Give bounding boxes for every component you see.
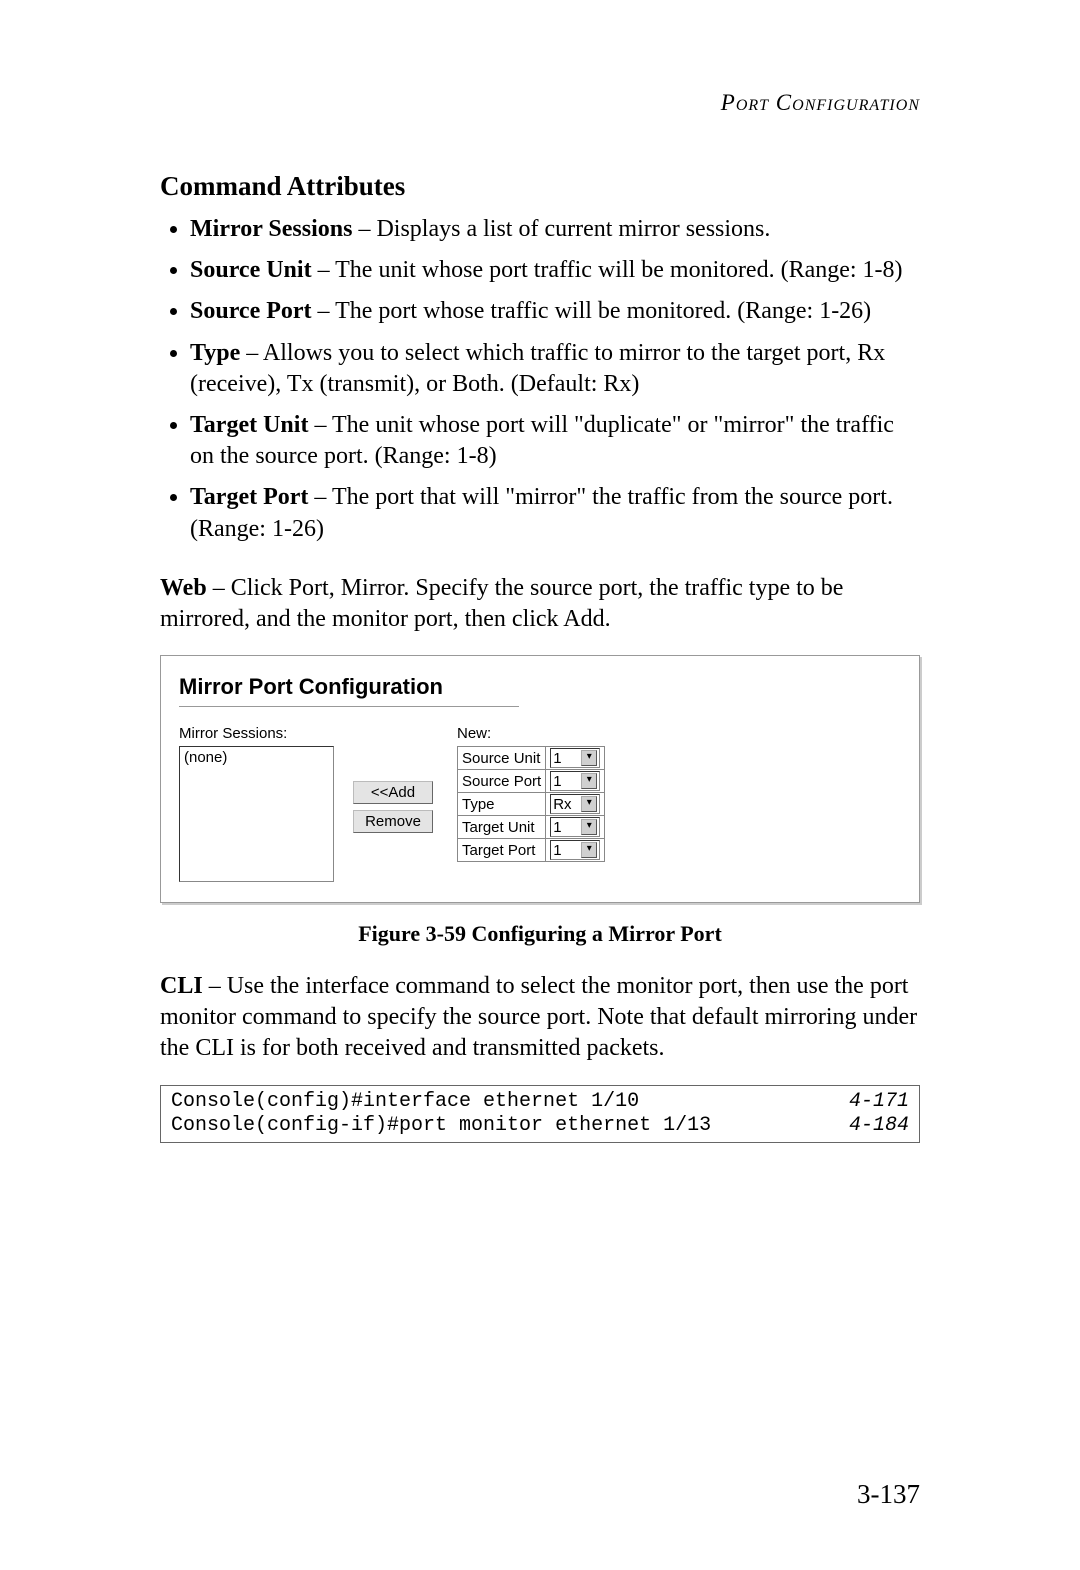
target-unit-select[interactable]: 1▾ (550, 817, 600, 837)
cli-ref: 4-184 (849, 1114, 909, 1138)
target-unit-value: 1 (553, 819, 561, 836)
attr-item: Target Port – The port that will "mirror… (190, 482, 920, 544)
remove-button[interactable]: Remove (353, 810, 433, 833)
figure-caption: Figure 3-59 Configuring a Mirror Port (160, 921, 920, 947)
target-port-select[interactable]: 1▾ (550, 840, 600, 860)
chevron-down-icon: ▾ (581, 773, 597, 789)
new-config-table: Source Unit 1▾ Source Port 1▾ Type Rx▾ T… (457, 746, 605, 862)
chevron-down-icon: ▾ (581, 842, 597, 858)
attr-desc: – Allows you to select which traffic to … (190, 340, 885, 397)
target-port-value: 1 (553, 842, 561, 859)
attr-term: Mirror Sessions (190, 216, 352, 242)
cli-line: Console(config)#interface ethernet 1/10 … (171, 1090, 909, 1114)
page-number: 3-137 (857, 1479, 920, 1510)
section-title: Command Attributes (160, 171, 920, 202)
new-label: New: (457, 725, 605, 742)
attr-item: Target Unit – The unit whose port will "… (190, 410, 920, 472)
web-text: – Click Port, Mirror. Specify the source… (160, 575, 843, 632)
attr-desc: – The unit whose port traffic will be mo… (312, 257, 903, 283)
type-value: Rx (553, 796, 571, 813)
attr-desc: – The port whose traffic will be monitor… (312, 298, 872, 324)
chevron-down-icon: ▾ (581, 819, 597, 835)
attr-item: Type – Allows you to select which traffi… (190, 338, 920, 400)
chevron-down-icon: ▾ (581, 796, 597, 812)
type-label: Type (458, 793, 546, 816)
attr-term: Type (190, 340, 240, 366)
cli-paragraph: CLI – Use the interface command to selec… (160, 971, 920, 1065)
running-head: Port Configuration (160, 90, 920, 116)
panel-rule (179, 706, 519, 707)
source-port-value: 1 (553, 773, 561, 790)
attr-desc: – Displays a list of current mirror sess… (352, 216, 770, 242)
target-port-label: Target Port (458, 839, 546, 862)
add-button[interactable]: <<Add (353, 781, 433, 804)
cli-cmd: Console(config)#interface ethernet 1/10 (171, 1090, 639, 1114)
mirror-sessions-list[interactable]: (none) (179, 746, 334, 882)
source-port-label: Source Port (458, 770, 546, 793)
cli-text: – Use the interface command to select th… (160, 973, 917, 1061)
source-unit-label: Source Unit (458, 747, 546, 770)
source-unit-value: 1 (553, 750, 561, 767)
cli-line: Console(config-if)#port monitor ethernet… (171, 1114, 909, 1138)
source-port-select[interactable]: 1▾ (550, 771, 600, 791)
cli-box: Console(config)#interface ethernet 1/10 … (160, 1085, 920, 1143)
mirror-sessions-value: (none) (184, 749, 227, 766)
type-select[interactable]: Rx ▾ (550, 794, 600, 814)
panel-title: Mirror Port Configuration (179, 674, 901, 700)
source-unit-select[interactable]: 1▾ (550, 748, 600, 768)
attr-item: Source Port – The port whose traffic wil… (190, 296, 920, 327)
command-attributes-list: Mirror Sessions – Displays a list of cur… (160, 214, 920, 545)
attr-term: Target Unit (190, 412, 308, 438)
cli-ref: 4-171 (849, 1090, 909, 1114)
web-paragraph: Web – Click Port, Mirror. Specify the so… (160, 573, 920, 635)
chevron-down-icon: ▾ (581, 750, 597, 766)
mirror-sessions-label: Mirror Sessions: (179, 725, 329, 742)
attr-term: Source Unit (190, 257, 312, 283)
cli-label: CLI (160, 973, 203, 999)
attr-item: Mirror Sessions – Displays a list of cur… (190, 214, 920, 245)
web-label: Web (160, 575, 207, 601)
mirror-port-config-panel: Mirror Port Configuration Mirror Session… (160, 655, 920, 903)
target-unit-label: Target Unit (458, 816, 546, 839)
cli-cmd: Console(config-if)#port monitor ethernet… (171, 1114, 711, 1138)
attr-item: Source Unit – The unit whose port traffi… (190, 255, 920, 286)
attr-term: Source Port (190, 298, 312, 324)
attr-term: Target Port (190, 484, 308, 510)
